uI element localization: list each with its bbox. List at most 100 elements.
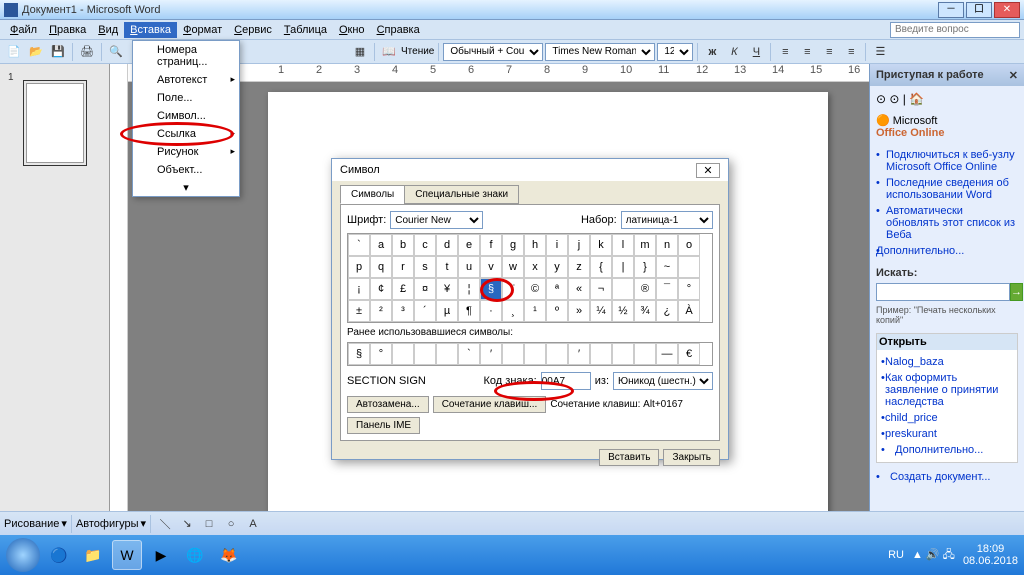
grid-char[interactable]: g xyxy=(502,234,524,256)
taskbar-firefox-icon[interactable]: 🦊 xyxy=(214,540,244,570)
grid-char[interactable]: ² xyxy=(370,300,392,322)
recent-file-link[interactable]: Как оформить заявление о принятии наслед… xyxy=(881,370,1013,410)
menu-item[interactable]: Номера страниц... xyxy=(133,41,239,71)
grid-char[interactable]: ¬ xyxy=(590,278,612,300)
recent-char[interactable] xyxy=(546,343,568,365)
align-right-icon[interactable]: ≡ xyxy=(819,42,839,62)
oval-icon[interactable]: ○ xyxy=(221,514,241,534)
grid-char[interactable]: u xyxy=(458,256,480,278)
taskbar-media-icon[interactable]: ▶ xyxy=(146,540,176,570)
menu-окно[interactable]: Окно xyxy=(333,22,371,38)
recent-file-link[interactable]: preskurant xyxy=(881,426,1013,442)
autoshapes-button[interactable]: Автофигуры xyxy=(76,518,139,530)
grid-char[interactable]: ¡ xyxy=(348,278,370,300)
menu-справка[interactable]: Справка xyxy=(371,22,426,38)
grid-char[interactable]: x xyxy=(524,256,546,278)
taskpane-close-icon[interactable]: ✕ xyxy=(1009,69,1018,82)
ask-input[interactable] xyxy=(890,22,1020,38)
recent-char[interactable] xyxy=(524,343,546,365)
menu-вставка[interactable]: Вставка xyxy=(124,22,177,38)
dialog-close-icon[interactable]: ✕ xyxy=(696,163,720,178)
grid-char[interactable]: a xyxy=(370,234,392,256)
line-icon[interactable]: ＼ xyxy=(155,514,175,534)
arrow-icon[interactable]: ↘ xyxy=(177,514,197,534)
recent-char[interactable] xyxy=(392,343,414,365)
recent-char[interactable]: ′ xyxy=(480,343,502,365)
drawing-label[interactable]: Рисование xyxy=(4,518,59,530)
menu-item[interactable]: Поле... xyxy=(133,89,239,107)
grid-char[interactable]: ¼ xyxy=(590,300,612,322)
grid-char[interactable]: s xyxy=(414,256,436,278)
print-icon[interactable]: 🖨 xyxy=(77,42,97,62)
grid-char[interactable]: v xyxy=(480,256,502,278)
recent-char[interactable] xyxy=(502,343,524,365)
grid-char[interactable]: £ xyxy=(392,278,414,300)
grid-char[interactable]: ³ xyxy=(392,300,414,322)
grid-char[interactable]: ª xyxy=(546,278,568,300)
grid-char[interactable]: f xyxy=(480,234,502,256)
insert-button[interactable]: Вставить xyxy=(599,449,659,466)
recent-char[interactable]: ° xyxy=(370,343,392,365)
grid-char[interactable]: w xyxy=(502,256,524,278)
recent-char[interactable] xyxy=(414,343,436,365)
grid-char[interactable]: | xyxy=(612,256,634,278)
grid-char[interactable]: ½ xyxy=(612,300,634,322)
grid-char[interactable]: i xyxy=(546,234,568,256)
open-more-link[interactable]: Дополнительно... xyxy=(881,442,1013,458)
read-icon[interactable]: 📖 xyxy=(379,42,399,62)
grid-char[interactable]: ´ xyxy=(414,300,436,322)
taskbar-explorer-icon[interactable]: 📁 xyxy=(78,540,108,570)
list-icon[interactable]: ☰ xyxy=(870,42,890,62)
menu-item[interactable]: Объект... xyxy=(133,161,239,179)
grid-char[interactable]: ¯ xyxy=(656,278,678,300)
grid-char[interactable]: ® xyxy=(634,278,656,300)
taskbar-cortana-icon[interactable]: 🔵 xyxy=(44,540,74,570)
recent-char[interactable]: — xyxy=(656,343,678,365)
recent-file-link[interactable]: Nalog_baza xyxy=(881,354,1013,370)
grid-char[interactable]: q xyxy=(370,256,392,278)
menu-item[interactable]: Автотекст xyxy=(133,71,239,89)
taskbar-chrome-icon[interactable]: 🌐 xyxy=(180,540,210,570)
grid-char[interactable]: ± xyxy=(348,300,370,322)
bold-icon[interactable]: ж xyxy=(702,42,722,62)
new-doc-icon[interactable]: 📄 xyxy=(4,42,24,62)
italic-icon[interactable]: К xyxy=(724,42,744,62)
from-select[interactable]: Юникод (шестн.) xyxy=(613,372,713,390)
search-icon[interactable]: 🔍 xyxy=(106,42,126,62)
taskpane-more-link[interactable]: Дополнительно... xyxy=(876,243,1018,259)
grid-char[interactable]: c xyxy=(414,234,436,256)
grid-char[interactable] xyxy=(678,256,700,278)
grid-char[interactable]: t xyxy=(436,256,458,278)
size-select[interactable]: 12 xyxy=(657,43,693,61)
minimize-button[interactable]: － xyxy=(938,2,964,18)
grid-char[interactable]: ¨ xyxy=(502,278,524,300)
grid-char[interactable]: b xyxy=(392,234,414,256)
dialog-close-button[interactable]: Закрыть xyxy=(663,449,720,466)
search-go-button[interactable]: → xyxy=(1010,283,1023,301)
style-select[interactable]: Обычный + Courier xyxy=(443,43,543,61)
grid-char[interactable]: ° xyxy=(678,278,700,300)
grid-char[interactable]: » xyxy=(568,300,590,322)
new-doc-link[interactable]: Создать документ... xyxy=(876,469,1018,485)
grid-char[interactable]: k xyxy=(590,234,612,256)
menu-формат[interactable]: Формат xyxy=(177,22,228,38)
recent-char[interactable] xyxy=(612,343,634,365)
grid-char[interactable]: À xyxy=(678,300,700,322)
menu-item[interactable]: Символ... xyxy=(133,107,239,125)
menu-файл[interactable]: Файл xyxy=(4,22,43,38)
grid-char[interactable]: § xyxy=(480,278,502,300)
dialog-tab[interactable]: Специальные знаки xyxy=(404,185,519,204)
grid-char[interactable]: ¿ xyxy=(656,300,678,322)
grid-char[interactable]: º xyxy=(546,300,568,322)
tray-lang[interactable]: RU xyxy=(888,549,904,561)
align-center-icon[interactable]: ≡ xyxy=(797,42,817,62)
menu-вид[interactable]: Вид xyxy=(92,22,124,38)
grid-char[interactable]: « xyxy=(568,278,590,300)
grid-char[interactable]: © xyxy=(524,278,546,300)
grid-char[interactable]: ¶ xyxy=(458,300,480,322)
maximize-button[interactable]: 口 xyxy=(966,2,992,18)
grid-char[interactable]: ¸ xyxy=(502,300,524,322)
recent-char[interactable] xyxy=(590,343,612,365)
font-select[interactable]: Times New Roman xyxy=(545,43,655,61)
grid-char[interactable]: ¹ xyxy=(524,300,546,322)
